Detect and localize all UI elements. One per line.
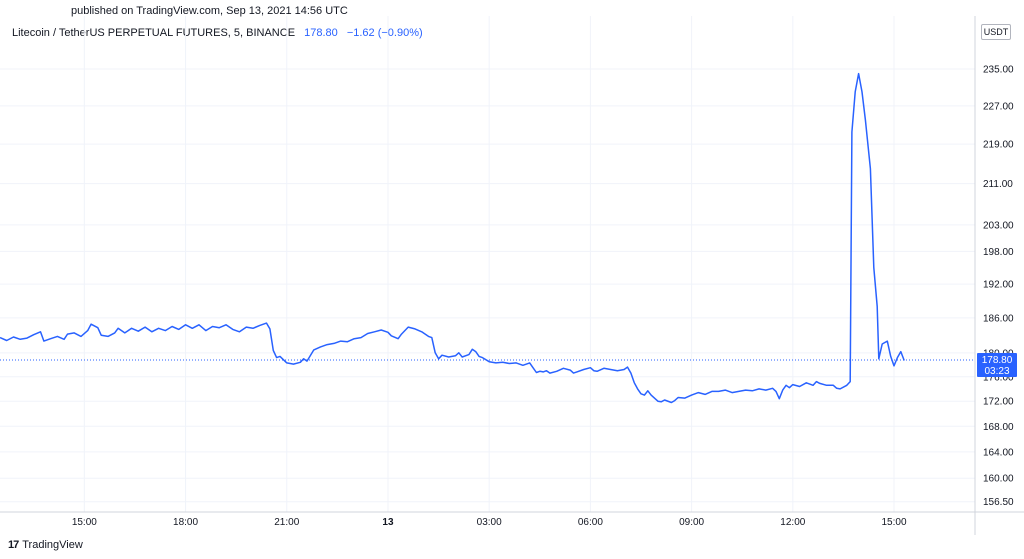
y-tick-label: 156.50	[983, 497, 1014, 508]
current-price-label: 178.80 03:23	[977, 352, 1017, 377]
y-tick-label: 211.00	[983, 179, 1013, 190]
price-axis: 156.50160.00164.00168.00172.00176.00180.…	[983, 65, 1014, 509]
x-tick-label: 03:00	[477, 517, 502, 528]
y-tick-label: 227.00	[983, 101, 1014, 112]
brand-name: TradingView	[22, 539, 83, 551]
x-tick-label: 06:00	[578, 517, 603, 528]
x-tick-label: 13	[382, 517, 394, 528]
x-tick-label: 18:00	[173, 517, 198, 528]
x-tick-label: 15:00	[72, 517, 97, 528]
y-tick-label: 235.00	[983, 65, 1014, 76]
y-tick-label: 198.00	[983, 247, 1014, 258]
x-tick-label: 21:00	[274, 517, 299, 528]
y-tick-label: 186.00	[983, 313, 1014, 324]
y-tick-label: 164.00	[983, 447, 1014, 458]
price-chart[interactable]: 156.50160.00164.00168.00172.00176.00180.…	[0, 0, 1024, 559]
x-tick-label: 09:00	[679, 517, 704, 528]
x-tick-label: 15:00	[882, 517, 907, 528]
tradingview-logo-icon: 17	[8, 539, 19, 551]
y-tick-label: 168.00	[983, 422, 1014, 433]
x-tick-label: 12:00	[780, 517, 805, 528]
current-price-text: 178.80	[982, 355, 1013, 366]
tradingview-brand[interactable]: 17 TradingView	[8, 539, 83, 551]
y-tick-label: 219.00	[983, 140, 1014, 151]
countdown-text: 03:23	[984, 366, 1009, 377]
y-tick-label: 203.00	[983, 220, 1014, 231]
y-tick-label: 172.00	[983, 397, 1014, 408]
chart-grid	[0, 16, 975, 512]
y-tick-label: 192.00	[983, 280, 1014, 291]
time-axis: 15:00 18:00 21:00 13 03:00 06:00 09:00 12:00 15:…	[72, 517, 907, 528]
y-tick-label: 160.00	[983, 474, 1014, 485]
